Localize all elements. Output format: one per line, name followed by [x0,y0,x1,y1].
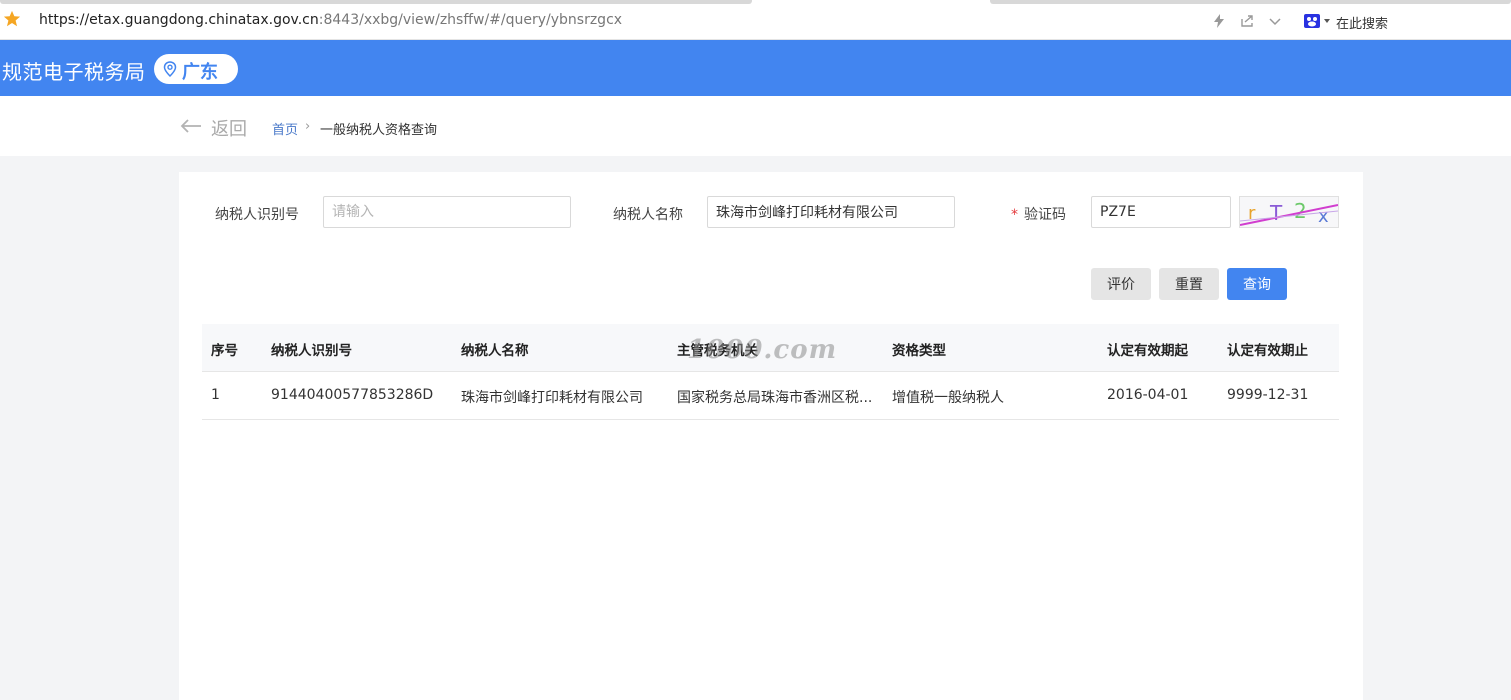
cell-tax-authority: 国家税务总局珠海市香洲区税... [677,390,873,406]
cell-valid-to: 9999-12-31 [1227,387,1309,403]
query-panel: 纳税人识别号 纳税人名称 * 验证码 r T 2 x 评价 重置 查询 序号 纳税… [179,172,1363,700]
breadcrumb-current: 一般纳税人资格查询 [320,123,438,138]
captcha-image[interactable]: r T 2 x [1239,196,1339,228]
app-title: 规范电子税务局 [2,60,146,84]
url-host: https://etax.guangdong.chinatax.gov.cn [39,12,319,28]
app-header: 规范电子税务局 广东 [0,40,1511,96]
cell-taxpayer-name: 珠海市剑峰打印耗材有限公司 [461,390,643,406]
table-row: 1 91440400577853286D 珠海市剑峰打印耗材有限公司 国家税务总… [202,372,1339,420]
captcha-label-text: 验证码 [1024,207,1066,223]
breadcrumb-bar: 返回 首页 › 一般纳税人资格查询 [0,96,1511,156]
favorite-star-icon[interactable] [3,10,21,28]
cell-taxpayer-id: 91440400577853286D [271,387,434,403]
url-field[interactable]: https://etax.guangdong.chinatax.gov.cn:8… [39,12,622,28]
evaluate-button[interactable]: 评价 [1091,268,1151,300]
tab-strip-line [990,0,1511,4]
chevron-right-icon: › [305,119,311,134]
captcha-label: * 验证码 [1011,204,1066,224]
column-header-valid-to: 认定有效期止 [1227,343,1308,359]
lightning-icon[interactable] [1212,14,1226,28]
url-path: :8443/xxbg/view/zhsffw/#/query/ybnsrzgcx [318,12,623,28]
captcha-char: T [1269,201,1283,225]
breadcrumb-home-link[interactable]: 首页 [272,119,298,138]
search-engine-icon[interactable] [1303,13,1333,29]
captcha-graphic: r T 2 x [1239,199,1339,227]
tab-strip-line [0,0,752,4]
taxpayer-name-input[interactable] [707,196,955,228]
back-arrow-icon[interactable] [180,118,202,134]
taxpayer-name-label: 纳税人名称 [613,207,683,223]
location-pin-icon [163,61,177,77]
result-table: 序号 纳税人识别号 纳税人名称 主管税务机关 资格类型 认定有效期起 认定有效期… [202,324,1339,420]
cell-valid-from: 2016-04-01 [1107,387,1189,403]
column-header-index: 序号 [211,343,238,359]
table-header: 序号 纳税人识别号 纳税人名称 主管税务机关 资格类型 认定有效期起 认定有效期… [202,324,1339,372]
province-selector[interactable]: 广东 [154,54,238,84]
search-box-label[interactable]: 在此搜索 [1336,13,1388,32]
taxpayer-id-label: 纳税人识别号 [215,207,299,223]
share-icon[interactable] [1240,14,1254,28]
query-button[interactable]: 查询 [1227,268,1287,300]
column-header-qualification-type: 资格类型 [892,343,946,359]
column-header-taxpayer-id: 纳税人识别号 [271,343,352,359]
reset-button[interactable]: 重置 [1159,268,1219,300]
browser-address-bar: https://etax.guangdong.chinatax.gov.cn:8… [0,0,1511,40]
cell-qualification-type: 增值税一般纳税人 [892,390,1004,406]
cell-index: 1 [211,387,220,403]
back-button[interactable]: 返回 [211,115,247,141]
captcha-input[interactable] [1091,196,1231,228]
column-header-valid-from: 认定有效期起 [1107,343,1188,359]
column-header-taxpayer-name: 纳税人名称 [461,343,529,359]
province-label: 广东 [182,62,218,83]
taxpayer-id-input[interactable] [323,196,571,228]
required-marker: * [1011,207,1018,223]
column-header-tax-authority: 主管税务机关 [677,343,758,359]
captcha-char: r [1248,203,1256,224]
chevron-down-icon[interactable] [1268,14,1282,28]
